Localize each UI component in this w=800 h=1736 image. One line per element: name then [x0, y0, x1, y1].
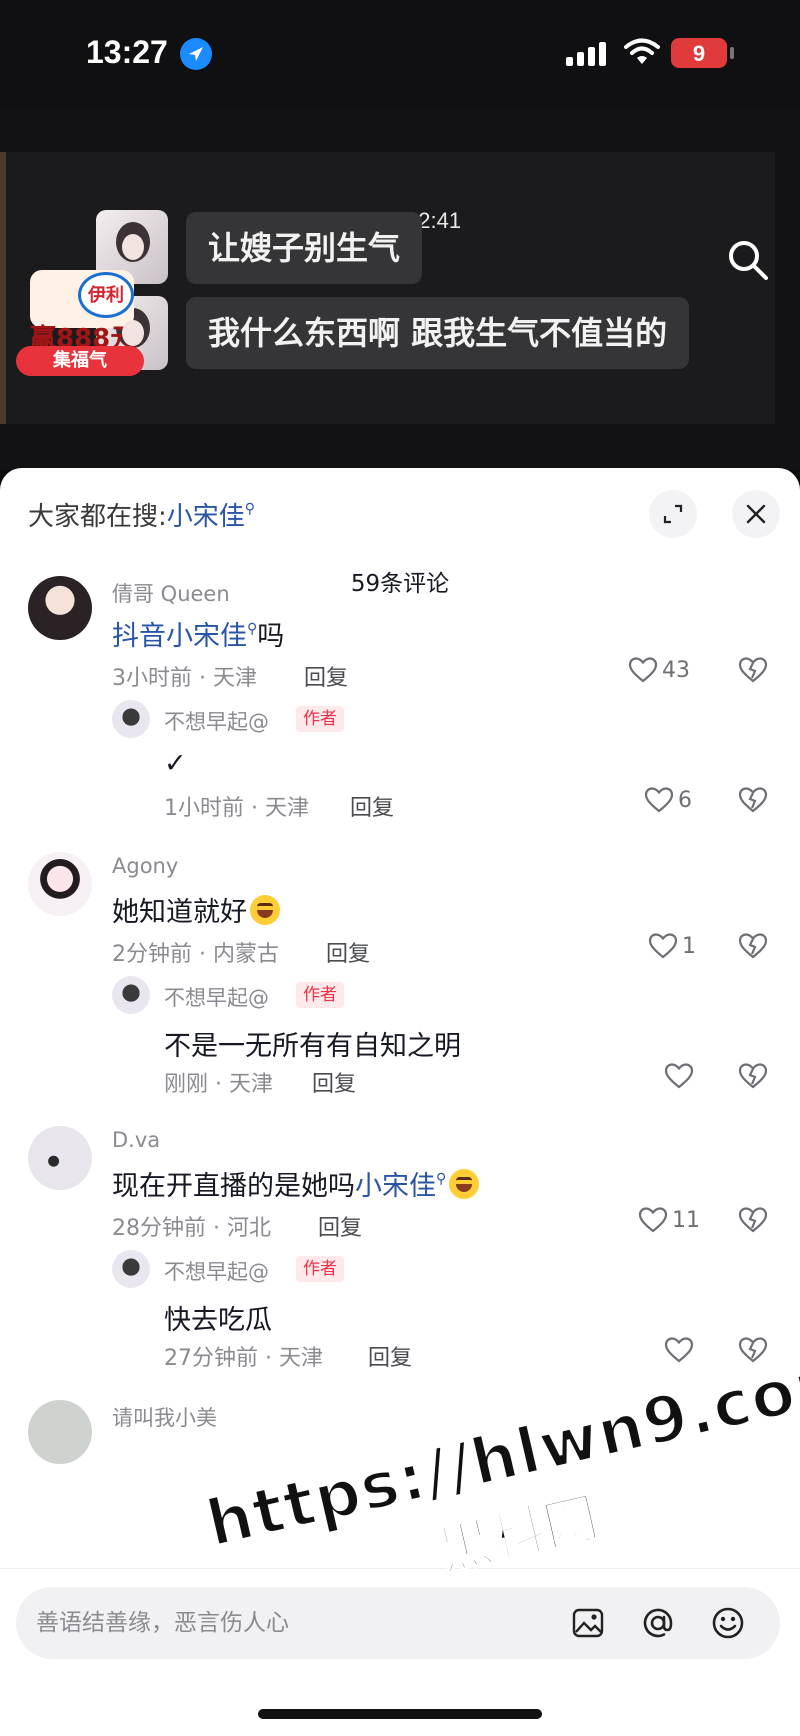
brand-logo: 伊利 — [78, 272, 134, 318]
chat-message-bubble: 我什么东西啊 跟我生气不值当的 — [186, 297, 690, 369]
hot-search-bar[interactable]: 大家都在搜:小宋佳⚲ — [28, 496, 255, 533]
broken-heart-icon — [738, 1207, 768, 1233]
reply-text: 不是一无所有有自知之明 — [164, 1031, 461, 1062]
status-bar: 13:27 9 — [0, 0, 800, 110]
broken-heart-icon — [738, 1063, 768, 1089]
broken-heart-icon — [738, 1337, 768, 1363]
comment-username[interactable]: Agony — [112, 854, 178, 878]
heart-icon — [664, 1337, 694, 1363]
search-icon[interactable] — [726, 238, 770, 286]
like-button[interactable] — [664, 1336, 698, 1364]
avatar[interactable] — [112, 1250, 150, 1288]
image-icon[interactable] — [564, 1599, 612, 1647]
broken-heart-icon — [738, 933, 768, 959]
like-button[interactable]: 11 — [638, 1206, 700, 1234]
comment-text: 抖音小宋佳⚲吗 — [112, 621, 285, 652]
reply-button[interactable]: 回复 — [312, 1066, 356, 1098]
search-icon: ⚲ — [244, 501, 256, 517]
heart-icon — [644, 787, 674, 813]
comment-username[interactable]: D.va — [112, 1128, 160, 1152]
chat-message-bubble: 让嫂子别生气 — [186, 212, 423, 284]
mention-icon[interactable] — [634, 1599, 682, 1647]
like-count: 11 — [672, 1207, 700, 1233]
location-arrow-icon — [180, 38, 212, 70]
close-button[interactable] — [732, 490, 780, 538]
reply-text: 快去吃瓜 — [164, 1305, 272, 1336]
like-button[interactable]: 1 — [648, 932, 696, 960]
comment-meta: 28分钟前 · 河北 — [112, 1216, 271, 1241]
author-badge: 作者 — [296, 706, 344, 732]
hot-search-keyword[interactable]: 小宋佳 — [167, 502, 245, 532]
avatar[interactable] — [28, 1126, 92, 1190]
reply-button[interactable]: 回复 — [350, 790, 394, 822]
like-button[interactable]: 6 — [644, 786, 692, 814]
emoji-icon[interactable] — [704, 1599, 752, 1647]
comment-text: 现在开直播的是她吗小宋佳⚲ — [112, 1164, 480, 1203]
reply-meta: 1小时前 · 天津 — [164, 796, 309, 821]
dislike-button[interactable] — [738, 786, 768, 818]
battery-level: 9 — [692, 41, 706, 66]
hot-search-prefix: 大家都在搜: — [28, 502, 167, 532]
like-count: 6 — [678, 787, 692, 813]
search-icon: ⚲ — [436, 1171, 447, 1187]
dislike-button[interactable] — [738, 656, 768, 688]
heart-icon — [648, 933, 678, 959]
wifi-icon — [624, 38, 660, 70]
comments-sheet: 大家都在搜:小宋佳⚲ 59条评论 倩哥 Queen 抖音小宋佳⚲吗 3小时前 ·… — [0, 468, 800, 1736]
battery-tip — [730, 47, 734, 59]
heart-icon — [628, 657, 658, 683]
search-keyword-link[interactable]: 小宋佳 — [355, 1171, 436, 1202]
home-indicator — [258, 1709, 542, 1719]
laughing-emoji-icon — [250, 895, 280, 925]
dislike-button[interactable] — [738, 932, 768, 964]
reply-button[interactable]: 回复 — [326, 936, 370, 968]
author-badge: 作者 — [296, 982, 344, 1008]
status-time: 13:27 — [86, 34, 168, 70]
avatar[interactable] — [28, 1400, 92, 1464]
broken-heart-icon — [738, 657, 768, 683]
reply-meta: 刚刚 · 天津 — [164, 1072, 273, 1097]
reply-username[interactable]: 不想早起@ — [164, 1256, 269, 1286]
like-count: 1 — [682, 933, 696, 959]
reply-username[interactable]: 不想早起@ — [164, 706, 269, 736]
reply-button[interactable]: 回复 — [304, 660, 348, 692]
close-icon — [746, 504, 766, 524]
reply-button[interactable]: 回复 — [368, 1340, 412, 1372]
search-icon: ⚲ — [247, 621, 258, 637]
dislike-button[interactable] — [738, 1062, 768, 1094]
grinning-sweat-emoji-icon — [449, 1169, 480, 1199]
comment-username[interactable]: 请叫我小美 — [112, 1402, 217, 1432]
comment-input[interactable] — [36, 1601, 556, 1645]
avatar[interactable] — [112, 976, 150, 1014]
battery-icon: 9 — [671, 38, 727, 68]
expand-button[interactable] — [649, 490, 697, 538]
dislike-button[interactable] — [738, 1336, 768, 1368]
like-button[interactable] — [664, 1062, 698, 1090]
avatar[interactable] — [112, 700, 150, 738]
author-badge: 作者 — [296, 1256, 344, 1282]
expand-icon — [663, 504, 683, 524]
promo-badge[interactable]: 伊利 赢888元 集福气 — [16, 262, 144, 376]
comment-meta: 2分钟前 · 内蒙古 — [112, 942, 279, 967]
comment-input-pill[interactable] — [16, 1587, 780, 1659]
reply-text: ✓ — [164, 748, 187, 779]
reply-meta: 27分钟前 · 天津 — [164, 1346, 323, 1371]
broken-heart-icon — [738, 787, 768, 813]
comment-text: 她知道就好 — [112, 890, 280, 929]
comment-username[interactable]: 倩哥 Queen — [112, 578, 230, 608]
cellular-signal-icon — [566, 42, 610, 70]
avatar[interactable] — [28, 576, 92, 640]
comment-meta: 3小时前 · 天津 — [112, 666, 257, 691]
reply-button[interactable]: 回复 — [318, 1210, 362, 1242]
dislike-button[interactable] — [738, 1206, 768, 1238]
promo-button[interactable]: 集福气 — [16, 346, 144, 376]
heart-icon — [664, 1063, 694, 1089]
avatar[interactable] — [28, 852, 92, 916]
reply-username[interactable]: 不想早起@ — [164, 982, 269, 1012]
comment-input-bar — [0, 1568, 800, 1736]
heart-icon — [638, 1207, 668, 1233]
like-count: 43 — [662, 657, 690, 683]
like-button[interactable]: 43 — [628, 656, 690, 684]
search-keyword-link[interactable]: 抖音小宋佳 — [112, 621, 247, 652]
